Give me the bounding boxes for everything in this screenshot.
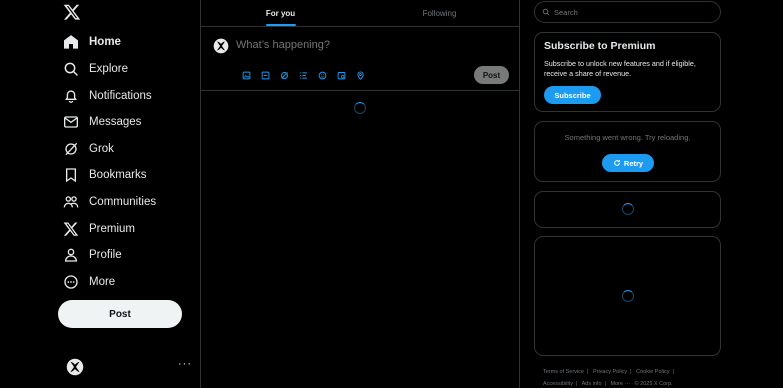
footer-link-cookie[interactable]: Cookie Policy: [636, 369, 669, 375]
sidebar-item-grok[interactable]: Grok: [62, 138, 114, 160]
gif-icon[interactable]: [256, 69, 275, 81]
home-icon: [62, 33, 80, 51]
footer-separator: |: [672, 369, 674, 375]
search-icon: [62, 60, 80, 78]
people-icon: [62, 193, 80, 211]
bookmark-icon: [62, 166, 80, 184]
avatar: [66, 358, 84, 376]
sidebar-item-profile[interactable]: Profile: [62, 244, 122, 266]
loading-spinner: [622, 290, 634, 302]
sidebar-item-label: Explore: [89, 63, 128, 75]
tab-label: Following: [422, 8, 457, 18]
search-icon: [542, 8, 550, 16]
footer-links: Terms of Service | Privacy Policy | Cookie…: [543, 366, 723, 388]
main-timeline: For you Following Post: [200, 0, 520, 388]
sidebar-item-label: Grok: [89, 143, 114, 155]
search-input[interactable]: [554, 7, 714, 17]
sidebar-item-label: Profile: [89, 249, 122, 261]
refresh-icon: [614, 160, 620, 166]
avatar: [213, 38, 229, 54]
person-icon: [62, 246, 80, 264]
location-icon[interactable]: [351, 69, 370, 81]
timeline-tabs: For you Following: [201, 0, 519, 27]
footer-link-terms[interactable]: Terms of Service: [543, 369, 584, 375]
sidebar-item-label: Communities: [89, 196, 157, 208]
loading-spinner: [622, 203, 634, 215]
schedule-icon[interactable]: [332, 69, 351, 81]
envelope-icon: [62, 113, 80, 131]
post-button[interactable]: Post: [58, 300, 182, 328]
loading-card: [534, 191, 721, 228]
bell-icon: [62, 87, 80, 105]
error-message: Something went wrong. Try reloading.: [564, 133, 691, 142]
sidebar-item-label: Home: [89, 36, 121, 48]
sidebar-item-home[interactable]: Home: [62, 31, 121, 53]
footer-link-more[interactable]: More ···: [610, 381, 630, 387]
account-more-icon: ···: [178, 358, 192, 370]
subscribe-button[interactable]: Subscribe: [544, 86, 601, 104]
image-icon[interactable]: [237, 69, 256, 81]
tab-label: For you: [265, 8, 296, 18]
sidebar-item-more[interactable]: More: [62, 271, 115, 293]
footer-copyright: © 2025 X Corp.: [634, 381, 673, 387]
compose-input[interactable]: [236, 39, 456, 51]
sidebar-item-label: Notifications: [89, 90, 152, 102]
sidebar-item-bookmarks[interactable]: Bookmarks: [62, 164, 147, 186]
x-logo[interactable]: [63, 3, 81, 21]
x-logo-icon: [62, 220, 80, 238]
composer-toolbar: [237, 69, 370, 81]
retry-button[interactable]: Retry: [602, 154, 654, 172]
sidebar-item-label: More: [89, 276, 116, 288]
grok-tool-icon[interactable]: [275, 69, 294, 81]
sidebar-item-messages[interactable]: Messages: [62, 111, 141, 133]
footer-link-ads[interactable]: Ads info: [582, 381, 602, 387]
sidebar-item-label: Messages: [89, 116, 142, 128]
composer-post-button[interactable]: Post: [474, 66, 509, 84]
footer-link-privacy[interactable]: Privacy Policy: [593, 369, 627, 375]
premium-title: Subscribe to Premium: [544, 40, 656, 52]
error-card: Something went wrong. Try reloading. Ret…: [534, 121, 721, 182]
sidebar-item-communities[interactable]: Communities: [62, 191, 156, 213]
search-box[interactable]: [534, 1, 721, 23]
loading-card: [534, 236, 721, 356]
grok-icon: [62, 140, 80, 158]
sidebar: Home Explore Notifications Messages Grok…: [0, 0, 200, 388]
tab-active-indicator: [265, 24, 296, 26]
poll-icon[interactable]: [294, 69, 313, 81]
sidebar-item-notifications[interactable]: Notifications: [62, 85, 152, 107]
footer-separator: |: [575, 381, 578, 387]
premium-description: Subscribe to unlock new features and if …: [544, 59, 696, 78]
footer-separator: |: [630, 369, 632, 375]
loading-spinner: [354, 102, 366, 114]
footer-link-accessibility[interactable]: Accessibility: [543, 381, 573, 387]
more-circle-icon: [62, 273, 80, 291]
retry-label: Retry: [623, 158, 644, 168]
post-composer: Post: [201, 27, 519, 91]
sidebar-item-label: Premium: [89, 223, 136, 235]
footer-separator: |: [586, 369, 589, 375]
emoji-icon[interactable]: [313, 69, 332, 81]
sidebar-item-premium[interactable]: Premium: [62, 218, 135, 240]
tab-following[interactable]: Following: [360, 0, 519, 26]
sidebar-item-explore[interactable]: Explore: [62, 58, 128, 80]
tab-for-you[interactable]: For you: [201, 0, 360, 26]
footer-separator: |: [604, 381, 606, 387]
premium-card: Subscribe to Premium Subscribe to unlock…: [534, 32, 721, 112]
sidebar-item-label: Bookmarks: [89, 169, 147, 181]
right-sidebar: Subscribe to Premium Subscribe to unlock…: [520, 0, 783, 388]
